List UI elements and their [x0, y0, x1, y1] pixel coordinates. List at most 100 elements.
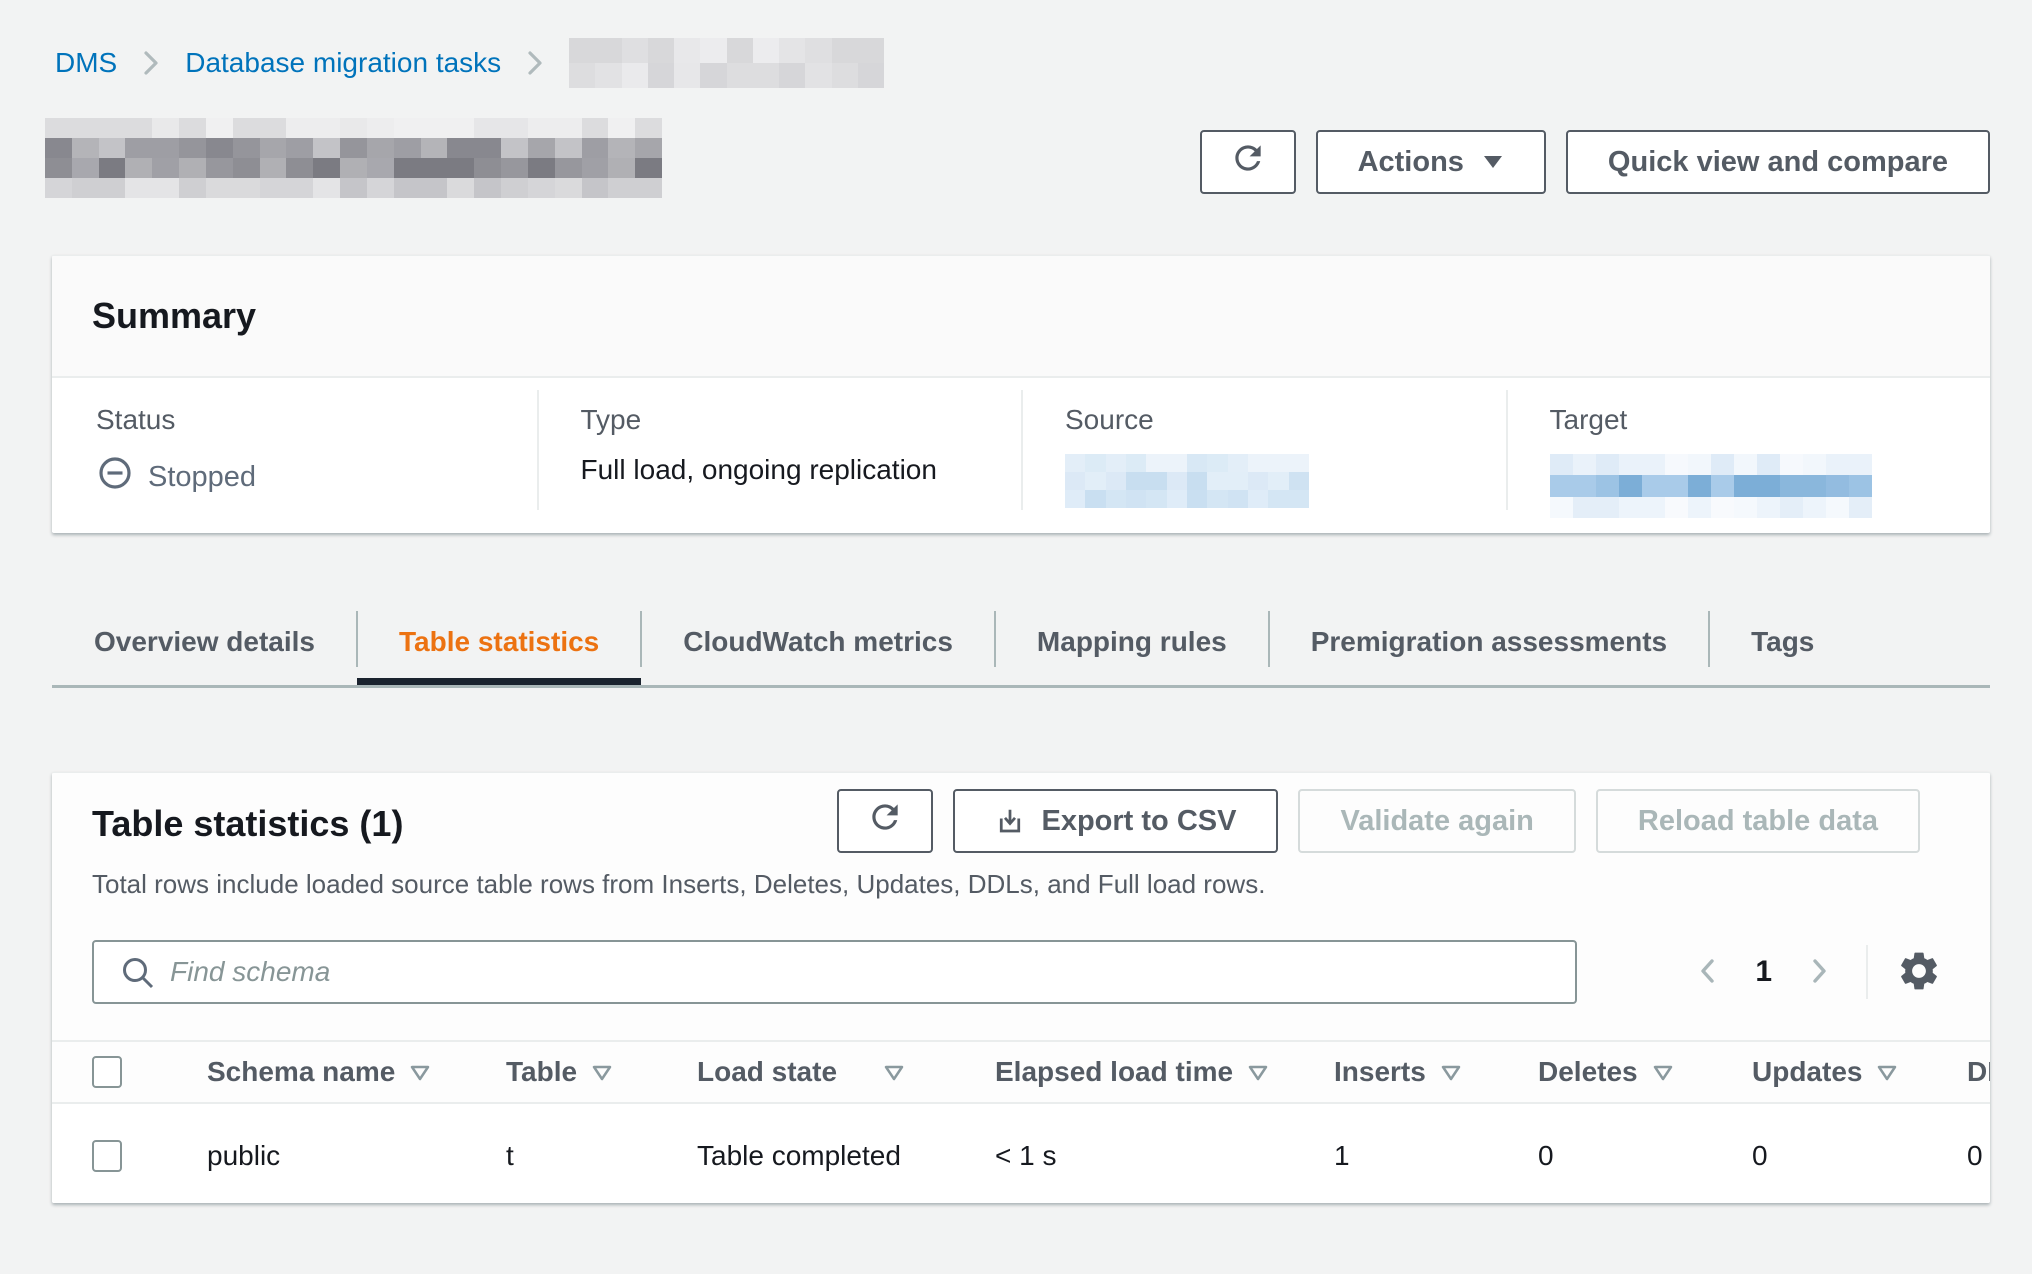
- tab-mapping-rules[interactable]: Mapping rules: [995, 598, 1269, 685]
- actions-button-label: Actions: [1358, 146, 1464, 179]
- tab-label: Table statistics: [399, 626, 599, 658]
- source-link-redacted[interactable]: [1065, 454, 1309, 508]
- status-label: Status: [96, 404, 517, 436]
- table-filter-row: 1: [52, 940, 1990, 1004]
- source-label: Source: [1065, 404, 1486, 436]
- column-label: Deletes: [1538, 1056, 1638, 1088]
- column-header-schema-name[interactable]: Schema name: [167, 1056, 466, 1088]
- gear-icon: [1896, 948, 1942, 997]
- quick-view-and-compare-button[interactable]: Quick view and compare: [1566, 130, 1990, 194]
- refresh-icon: [1229, 139, 1267, 185]
- cell-deletes: 0: [1498, 1140, 1712, 1172]
- tab-label: Mapping rules: [1037, 626, 1227, 658]
- status-text: Stopped: [148, 461, 256, 494]
- tab-table-statistics[interactable]: Table statistics: [357, 598, 641, 685]
- table-statistics-card: Table statistics (1) Export to CSV Valid…: [52, 772, 1990, 1203]
- tab-label: Tags: [1751, 626, 1814, 658]
- table-statistics-description: Total rows include loaded source table r…: [52, 853, 1990, 900]
- summary-field-target: Target: [1506, 378, 1991, 532]
- chevron-right-icon: [1808, 955, 1832, 990]
- sort-icon[interactable]: [883, 1063, 905, 1081]
- summary-field-type: Type Full load, ongoing replication: [537, 378, 1022, 532]
- sort-icon[interactable]: [1247, 1063, 1269, 1081]
- column-label: Load state: [697, 1056, 837, 1088]
- sort-icon[interactable]: [1652, 1063, 1674, 1081]
- sort-icon[interactable]: [1440, 1063, 1462, 1081]
- export-to-csv-button[interactable]: Export to CSV: [953, 789, 1278, 853]
- current-page-number[interactable]: 1: [1755, 955, 1772, 989]
- find-schema-input[interactable]: [92, 940, 1577, 1004]
- next-page-button[interactable]: [1808, 955, 1832, 990]
- column-header-ddls[interactable]: DDLs: [1927, 1056, 1990, 1088]
- column-label: DDLs: [1967, 1056, 1990, 1088]
- table-row[interactable]: public t Table completed < 1 s 1 0 0 0: [52, 1104, 1990, 1203]
- table-preferences-button[interactable]: [1896, 948, 1942, 997]
- tab-label: CloudWatch metrics: [683, 626, 953, 658]
- validate-again-button[interactable]: Validate again: [1298, 789, 1575, 853]
- breadcrumb-chevron-icon: [141, 48, 161, 78]
- tab-label: Overview details: [94, 626, 315, 658]
- page-title-redacted: [45, 118, 662, 198]
- summary-card: Summary Status Stopped Type Full load, o…: [52, 255, 1990, 533]
- tab-premigration-assessments[interactable]: Premigration assessments: [1269, 598, 1709, 685]
- column-header-table[interactable]: Table: [466, 1056, 657, 1088]
- chevron-left-icon: [1695, 955, 1719, 990]
- table-statistics-header: Table statistics (1) Export to CSV Valid…: [52, 773, 1990, 853]
- column-header-inserts[interactable]: Inserts: [1294, 1056, 1498, 1088]
- status-value: Stopped: [96, 454, 517, 500]
- breadcrumb-link-dms[interactable]: DMS: [55, 47, 117, 79]
- previous-page-button[interactable]: [1695, 955, 1719, 990]
- reload-label: Reload table data: [1638, 805, 1878, 838]
- cell-table: t: [466, 1140, 657, 1172]
- cell-updates: 0: [1712, 1140, 1927, 1172]
- column-label: Elapsed load time: [995, 1056, 1233, 1088]
- stopped-circle-minus-icon: [96, 454, 134, 500]
- table-refresh-button[interactable]: [837, 789, 933, 853]
- tabs-baseline: [52, 685, 1990, 688]
- breadcrumb: DMS Database migration tasks: [55, 38, 884, 88]
- column-header-elapsed-load-time[interactable]: Elapsed load time: [955, 1056, 1294, 1088]
- cell-load-state: Table completed: [657, 1140, 955, 1172]
- download-icon: [995, 806, 1025, 836]
- tab-tags[interactable]: Tags: [1709, 598, 1856, 685]
- row-select-cell: [52, 1140, 167, 1172]
- column-label: Table: [506, 1056, 577, 1088]
- export-label: Export to CSV: [1041, 805, 1236, 838]
- actions-button[interactable]: Actions: [1316, 130, 1546, 194]
- column-header-updates[interactable]: Updates: [1712, 1056, 1927, 1088]
- column-header-load-state[interactable]: Load state: [657, 1056, 955, 1088]
- sort-icon[interactable]: [591, 1063, 613, 1081]
- pagination: 1: [1695, 945, 1942, 999]
- task-detail-tabs: Overview details Table statistics CloudW…: [52, 598, 1990, 688]
- row-checkbox[interactable]: [92, 1140, 122, 1172]
- sort-icon[interactable]: [1876, 1063, 1898, 1081]
- refresh-button[interactable]: [1200, 130, 1296, 194]
- pagination-divider: [1866, 945, 1868, 999]
- tab-label: Premigration assessments: [1311, 626, 1667, 658]
- schema-search: [92, 940, 1577, 1004]
- breadcrumb-link-tasks[interactable]: Database migration tasks: [185, 47, 501, 79]
- validate-label: Validate again: [1340, 805, 1533, 838]
- column-label: Schema name: [207, 1056, 395, 1088]
- summary-fields: Status Stopped Type Full load, ongoing r…: [52, 378, 1990, 532]
- column-header-deletes[interactable]: Deletes: [1498, 1056, 1712, 1088]
- target-link-redacted[interactable]: [1550, 454, 1872, 518]
- breadcrumb-current-redacted: [569, 38, 884, 88]
- cell-elapsed-load-time: < 1 s: [955, 1140, 1294, 1172]
- summary-title: Summary: [92, 295, 256, 337]
- reload-table-data-button[interactable]: Reload table data: [1596, 789, 1920, 853]
- select-all-checkbox[interactable]: [92, 1056, 122, 1088]
- summary-field-status: Status Stopped: [52, 378, 537, 532]
- cell-inserts: 1: [1294, 1140, 1498, 1172]
- table-header-row: Schema name Table Load state Elapsed loa…: [52, 1040, 1990, 1104]
- summary-field-source: Source: [1021, 378, 1506, 532]
- type-value: Full load, ongoing replication: [581, 454, 1002, 486]
- table-statistics-title: Table statistics (1): [92, 803, 403, 845]
- tab-overview-details[interactable]: Overview details: [52, 598, 357, 685]
- column-label: Updates: [1752, 1056, 1862, 1088]
- sort-icon[interactable]: [409, 1063, 431, 1081]
- type-label: Type: [581, 404, 1002, 436]
- refresh-icon: [866, 798, 904, 844]
- tab-cloudwatch-metrics[interactable]: CloudWatch metrics: [641, 598, 995, 685]
- cell-schema-name: public: [167, 1140, 466, 1172]
